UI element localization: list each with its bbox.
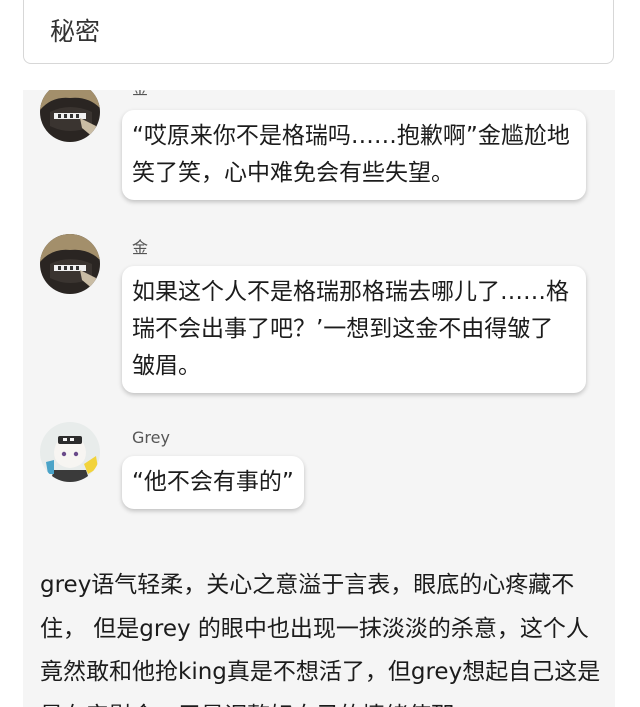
chat-area: 金 “哎原来你不是格瑞吗……抱歉啊”金尴尬地笑了笑，心中难免会有些失望。 金	[23, 90, 615, 707]
white-haired-character-avatar-icon[interactable]	[40, 422, 100, 482]
message-bubble: 如果这个人不是格瑞那格瑞去哪儿了……格瑞不会出事了吧？’一想到这金不由得皱了皱眉…	[122, 266, 586, 393]
sender-name: Grey	[132, 428, 170, 447]
narration-paragraph: grey语气轻柔，关心之意溢于言表，眼底的心疼藏不住， 但是grey 的眼中也出…	[40, 572, 601, 707]
message-bubble: “他不会有事的”	[122, 456, 304, 509]
chapter-title-box: 秘密	[23, 0, 614, 64]
sender-name: 金	[132, 238, 149, 257]
dark-haired-character-avatar-icon[interactable]	[40, 234, 100, 294]
chapter-title: 秘密	[50, 17, 101, 46]
sender-name: 金	[132, 90, 148, 99]
dark-haired-character-avatar-icon[interactable]	[40, 90, 100, 142]
message-bubble: “哎原来你不是格瑞吗……抱歉啊”金尴尬地笑了笑，心中难免会有些失望。	[122, 110, 586, 200]
story-page: 秘密 金 “哎原来你不是格瑞吗……抱歉啊”金尴尬地笑了笑，心中难免会有些失望。	[0, 0, 640, 707]
